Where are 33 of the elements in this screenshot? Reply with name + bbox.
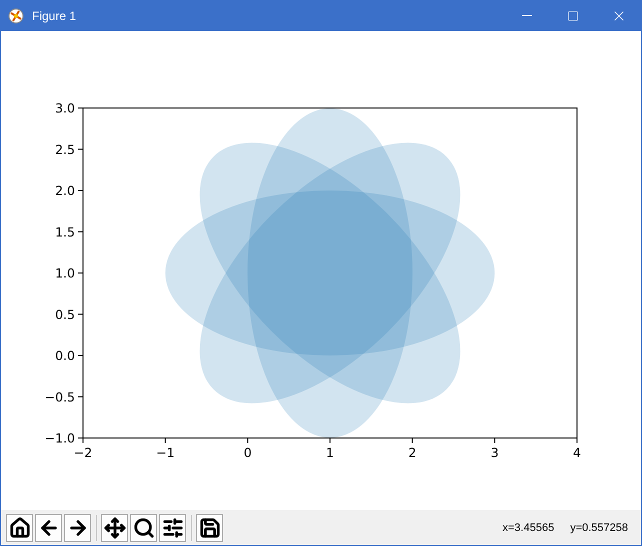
move-arrows-icon	[104, 516, 126, 538]
home-icon	[8, 516, 30, 538]
zoom-button[interactable]	[130, 514, 157, 542]
y-tick-label: 0.5	[55, 306, 75, 322]
x-tick-label: 1	[326, 445, 334, 460]
configure-button[interactable]	[159, 514, 186, 542]
maximize-icon	[567, 10, 579, 22]
home-button[interactable]	[6, 514, 33, 542]
window-title: Figure 1	[32, 8, 78, 22]
app-logo-icon	[8, 8, 24, 24]
y-tick-label: 3.0	[55, 100, 75, 116]
y-tick-label: 1.5	[55, 224, 75, 240]
x-tick-label: 3	[490, 445, 499, 460]
y-tick-label: 1.0	[55, 266, 75, 280]
y-tick-label: −1.0	[44, 430, 75, 446]
pan-button[interactable]	[101, 514, 128, 542]
y-tick-label: 2.5	[55, 142, 75, 157]
y-tick-label: −0.5	[44, 389, 75, 404]
x-tick-label: 4	[573, 445, 581, 460]
x-tick-label: 0	[244, 445, 252, 460]
cursor-coordinate: y=0.557258	[570, 522, 628, 534]
x-tick-label: −1	[156, 445, 175, 460]
search-icon	[132, 516, 154, 538]
x-tick-label: −2	[74, 445, 92, 460]
y-tick-label: 0.0	[55, 348, 75, 363]
minimize-icon	[522, 15, 532, 16]
cursor-coordinate: x=3.45565	[502, 522, 554, 534]
y-tick-label: 2.0	[55, 183, 75, 198]
save-button[interactable]	[196, 514, 223, 542]
sliders-icon	[162, 516, 184, 538]
forward-button[interactable]	[64, 514, 91, 542]
back-button[interactable]	[35, 514, 62, 542]
x-tick-label: 2	[408, 445, 416, 460]
